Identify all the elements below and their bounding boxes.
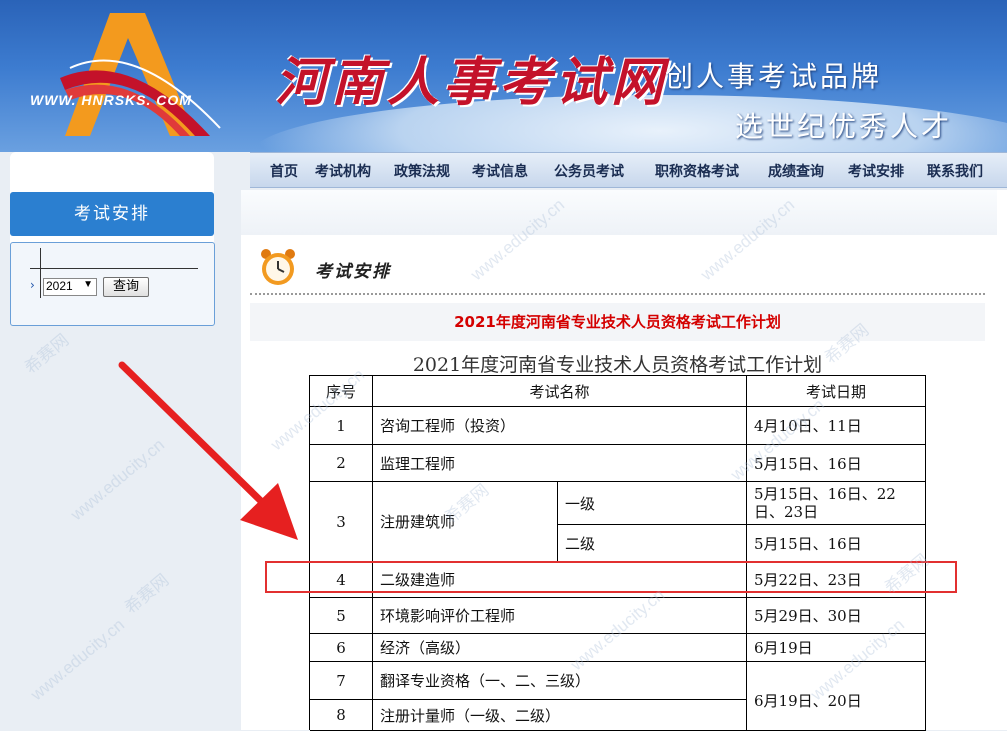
row-3-no: 3: [310, 482, 373, 562]
row-7-no: 7: [310, 662, 373, 700]
watermark-text: 希赛网: [21, 330, 73, 378]
nav-exam-schedule[interactable]: 考试安排: [848, 161, 904, 181]
section-title: 考试安排: [315, 262, 391, 282]
nav-exam-agency[interactable]: 考试机构: [315, 161, 371, 181]
site-logo[interactable]: [20, 8, 235, 138]
main-nav: 首页 考试机构 政策法规 考试信息 公务员考试 职称资格考试 成绩查询 考试安排…: [250, 152, 1007, 188]
alarm-clock-icon: [261, 249, 295, 285]
year-select-value: 2021: [46, 279, 73, 293]
watermark-text: 希赛网: [121, 570, 173, 618]
site-url-text: WWW. HNRSKS. COM: [30, 92, 192, 108]
row-3b-date: 5月15日、16日: [747, 525, 926, 562]
article-title-link[interactable]: 2021年度河南省专业技术人员资格考试工作计划: [250, 311, 985, 332]
row-6-date: 6月19日: [747, 634, 926, 662]
content-top-band: [241, 190, 997, 235]
row-7-date: 6月19日、20日: [747, 662, 926, 731]
row-6-no: 6: [310, 634, 373, 662]
row-3-name: 注册建筑师: [373, 482, 558, 562]
site-title: 河南人事考试网: [275, 52, 668, 113]
row-2-no: 2: [310, 445, 373, 482]
row-3a-level: 一级: [558, 482, 747, 525]
red-arrow-icon: [118, 361, 298, 540]
tree-line-vertical: [40, 248, 41, 298]
row-5-date: 5月29日、30日: [747, 598, 926, 634]
nav-exam-info[interactable]: 考试信息: [472, 161, 528, 181]
query-button[interactable]: 查询: [103, 277, 149, 297]
row-2-name: 监理工程师: [373, 445, 747, 482]
nav-civil-service[interactable]: 公务员考试: [554, 161, 624, 181]
row-5-no: 5: [310, 598, 373, 634]
table-title: 2021年度河南省专业技术人员资格考试工作计划: [412, 354, 823, 376]
row-1-name: 咨询工程师（投资）: [373, 407, 747, 445]
site-header: WWW. HNRSKS. COM 河南人事考试网 创人事考试品牌 选世纪优秀人才: [0, 0, 1007, 152]
row-7-name: 翻译专业资格（一、二、三级）: [373, 662, 747, 700]
nav-policies[interactable]: 政策法规: [394, 161, 450, 181]
row-8-name: 注册计量师（一级、二级）: [373, 700, 747, 731]
row-5-name: 环境影响评价工程师: [373, 598, 747, 634]
tree-arrow-icon: ›: [30, 278, 35, 292]
slogan-2: 选世纪优秀人才: [735, 110, 953, 143]
watermark-text: www.educity.cn: [27, 615, 129, 705]
highlight-box: [265, 561, 957, 593]
header-no: 序号: [310, 376, 373, 407]
header-exam-date: 考试日期: [747, 376, 926, 407]
row-2-date: 5月15日、16日: [747, 445, 926, 482]
nav-professional-title[interactable]: 职称资格考试: [655, 161, 739, 181]
schedule-table: 序号 考试名称 考试日期 1 咨询工程师（投资） 4月10日、11日 2 监理工…: [309, 375, 926, 731]
row-1-date: 4月10日、11日: [747, 407, 926, 445]
section-divider: [250, 293, 985, 295]
nav-score-query[interactable]: 成绩查询: [768, 161, 824, 181]
row-1-no: 1: [310, 407, 373, 445]
chevron-down-icon: ▼: [83, 279, 93, 290]
nav-contact[interactable]: 联系我们: [927, 161, 983, 181]
header-exam-name: 考试名称: [373, 376, 747, 407]
year-select[interactable]: 2021 ▼: [43, 278, 97, 296]
nav-home[interactable]: 首页: [270, 161, 298, 181]
tree-line-horizontal: [30, 268, 198, 269]
row-8-no: 8: [310, 700, 373, 731]
row-6-name: 经济（高级）: [373, 634, 747, 662]
row-3a-date: 5月15日、16日、22日、23日: [747, 482, 926, 525]
slogan-1: 创人事考试品牌: [665, 60, 883, 93]
sidebar-title: 考试安排: [10, 192, 214, 236]
row-3b-level: 二级: [558, 525, 747, 562]
